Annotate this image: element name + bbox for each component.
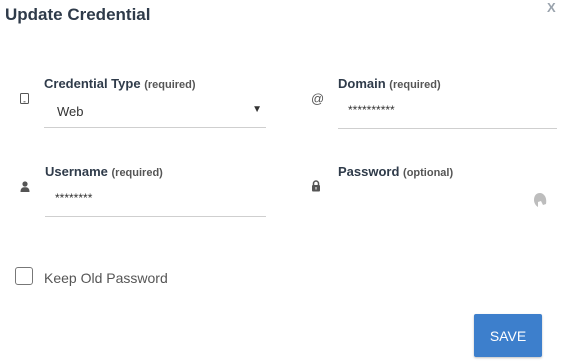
username-value: ******** — [55, 191, 93, 205]
at-icon: @ — [311, 91, 325, 106]
close-icon[interactable]: X — [547, 0, 556, 15]
password-strength-icon[interactable] — [533, 192, 547, 210]
save-button[interactable]: SAVE — [474, 314, 542, 357]
user-icon — [20, 181, 30, 194]
credential-type-label: Credential Type (required) — [44, 76, 196, 91]
username-field[interactable]: ******** — [45, 185, 266, 217]
domain-field[interactable]: ********** — [338, 97, 557, 129]
domain-label: Domain (required) — [338, 76, 441, 91]
keep-old-password-label: Keep Old Password — [44, 270, 168, 286]
username-label: Username (required) — [45, 164, 163, 179]
keep-old-password-checkbox[interactable] — [15, 267, 33, 285]
password-label: Password (optional) — [338, 164, 454, 179]
chevron-down-icon: ▼ — [252, 104, 262, 115]
lock-icon — [311, 180, 321, 194]
credential-type-value: Web — [57, 104, 84, 119]
dialog-title: Update Credential — [5, 5, 151, 24]
credential-type-select[interactable]: Web ▼ — [44, 97, 266, 128]
password-field[interactable] — [338, 185, 528, 217]
domain-value: ********** — [348, 103, 395, 117]
tablet-icon — [20, 93, 29, 106]
